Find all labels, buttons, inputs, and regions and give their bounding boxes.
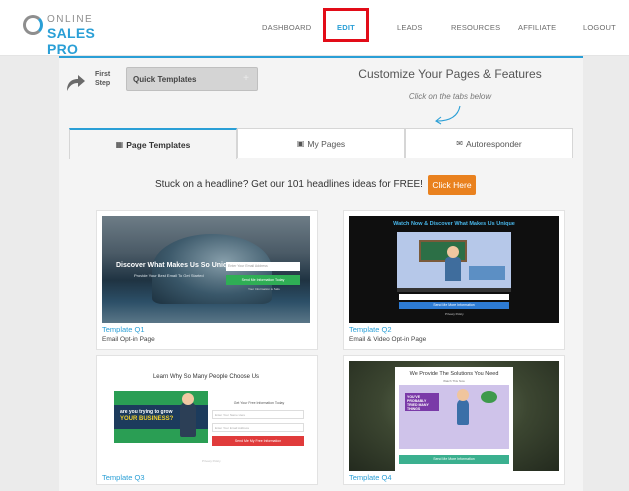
q4-preview-headline: We Provide The Solutions You Need xyxy=(409,371,499,377)
q4-person-head xyxy=(457,389,469,401)
q4-preview-subhead: Watch This Now xyxy=(443,379,465,383)
q2-preview-button: Send Me More Information xyxy=(399,302,509,309)
template-q2-title[interactable]: Template Q2 xyxy=(349,325,392,334)
tab-autoresponder-label: Autoresponder xyxy=(465,138,522,149)
quick-templates-label: Quick Templates xyxy=(133,75,197,84)
save-icon: ▣ xyxy=(296,139,305,148)
template-q1-preview[interactable]: Discover What Makes Us So Unique Provide… xyxy=(102,216,310,323)
tab-my-pages[interactable]: ▣ My Pages xyxy=(237,128,405,158)
template-q3-title[interactable]: Template Q3 xyxy=(102,473,145,482)
q3-image-person xyxy=(180,401,196,437)
q3-preview-image: are you trying to grow YOUR BUSINESS? xyxy=(114,391,208,443)
click-here-button[interactable]: Click Here xyxy=(428,175,476,195)
top-navbar: ONLINE SALES PRO DASHBOARD EDIT LEADS RE… xyxy=(0,0,629,57)
presenter-body xyxy=(445,257,461,281)
q1-preview-fineprint: Your Information is Safe xyxy=(248,287,280,291)
q2-preview-headline: Watch Now & Discover What Makes Us Uniqu… xyxy=(393,221,515,227)
logo-text-online: ONLINE xyxy=(47,14,94,25)
q2-preview-input xyxy=(399,294,509,300)
tab-autoresponder[interactable]: ✉ Autoresponder xyxy=(405,128,573,158)
desk-image xyxy=(469,266,505,280)
q1-preview-email-input: Enter Your Email Address xyxy=(226,262,300,271)
template-q4-preview[interactable]: We Provide The Solutions You Need Watch … xyxy=(349,361,559,471)
q1-preview-subhead: Provide Your Best Email To Get Started xyxy=(134,273,204,278)
q4-plant-image xyxy=(481,391,497,403)
hint-arrow-icon xyxy=(435,105,461,125)
template-q4-title[interactable]: Template Q4 xyxy=(349,473,392,482)
presenter-head xyxy=(447,246,459,258)
q4-sign: YOU'VE PROBABLY TRIED MANY THINGS xyxy=(405,393,439,411)
q4-preview-box: We Provide The Solutions You Need Watch … xyxy=(395,367,513,471)
nav-dashboard[interactable]: DASHBOARD xyxy=(262,23,311,32)
template-q1-subtitle: Email Opt-in Page xyxy=(102,336,155,343)
tab-page-templates-label: Page Templates xyxy=(126,139,191,150)
nav-resources[interactable]: RESOURCES xyxy=(451,23,500,32)
q3-form-title: Get Your Free Information Today xyxy=(233,401,285,405)
customize-heading: Customize Your Pages & Features xyxy=(358,67,542,81)
q2-preview-fineprint: Privacy Policy xyxy=(445,312,464,316)
nav-affiliate[interactable]: AFFILIATE xyxy=(518,23,556,32)
document-icon: ▦ xyxy=(115,140,124,149)
nav-edit[interactable]: EDIT xyxy=(337,23,355,32)
q3-name-input: Enter Your Name Here xyxy=(212,410,304,419)
plus-icon: + xyxy=(243,73,249,84)
template-q1-title[interactable]: Template Q1 xyxy=(102,325,145,334)
template-tabs: ▦ Page Templates ▣ My Pages ✉ Autorespon… xyxy=(69,128,573,159)
curved-arrow-icon xyxy=(67,75,85,91)
nav-leads[interactable]: LEADS xyxy=(397,23,423,32)
q3-preview-button: Send Me My Free Information xyxy=(212,436,304,446)
q3-email-input: Enter Your Email Address xyxy=(212,423,304,432)
video-controls-bar xyxy=(397,288,511,292)
template-card-q2[interactable]: Watch Now & Discover What Makes Us Uniqu… xyxy=(343,210,565,350)
logo-ring-icon xyxy=(23,15,43,35)
template-q2-subtitle: Email & Video Opt-in Page xyxy=(349,336,427,343)
tab-page-templates[interactable]: ▦ Page Templates xyxy=(69,128,237,159)
q1-preview-button: Send Me Information Today xyxy=(226,275,300,285)
envelope-icon: ✉ xyxy=(456,139,463,148)
nav-logout[interactable]: LOGOUT xyxy=(583,23,616,32)
q3-preview-headline: Learn Why So Many People Choose Us xyxy=(152,374,260,380)
click-tabs-hint: Click on the tabs below xyxy=(408,92,492,101)
headline-offer-text: Stuck on a headline? Get our 101 headlin… xyxy=(155,179,423,190)
template-card-q4[interactable]: We Provide The Solutions You Need Watch … xyxy=(343,355,565,485)
first-step-label: First Step xyxy=(95,71,111,87)
logo[interactable]: ONLINE SALES PRO xyxy=(20,12,112,57)
logo-text-salespro: SALES PRO xyxy=(47,25,96,57)
q3-image-line2: YOUR BUSINESS? xyxy=(120,416,174,422)
q3-preview-fineprint: Privacy Policy xyxy=(202,459,221,463)
template-q3-preview[interactable]: Learn Why So Many People Choose Us are y… xyxy=(102,361,310,471)
template-card-q3[interactable]: Learn Why So Many People Choose Us are y… xyxy=(96,355,318,485)
q4-person-body xyxy=(457,399,469,425)
template-card-q1[interactable]: Discover What Makes Us So Unique Provide… xyxy=(96,210,318,350)
q3-image-line1: are you trying to grow xyxy=(120,409,173,415)
template-q2-preview[interactable]: Watch Now & Discover What Makes Us Uniqu… xyxy=(349,216,559,323)
q3-image-person-head xyxy=(182,393,194,405)
quick-templates-button[interactable]: Quick Templates + xyxy=(126,67,258,91)
q1-preview-headline: Discover What Makes Us So Unique xyxy=(116,262,236,269)
q4-preview-button: Send Me More Information xyxy=(399,455,509,464)
tab-my-pages-label: My Pages xyxy=(307,138,346,149)
